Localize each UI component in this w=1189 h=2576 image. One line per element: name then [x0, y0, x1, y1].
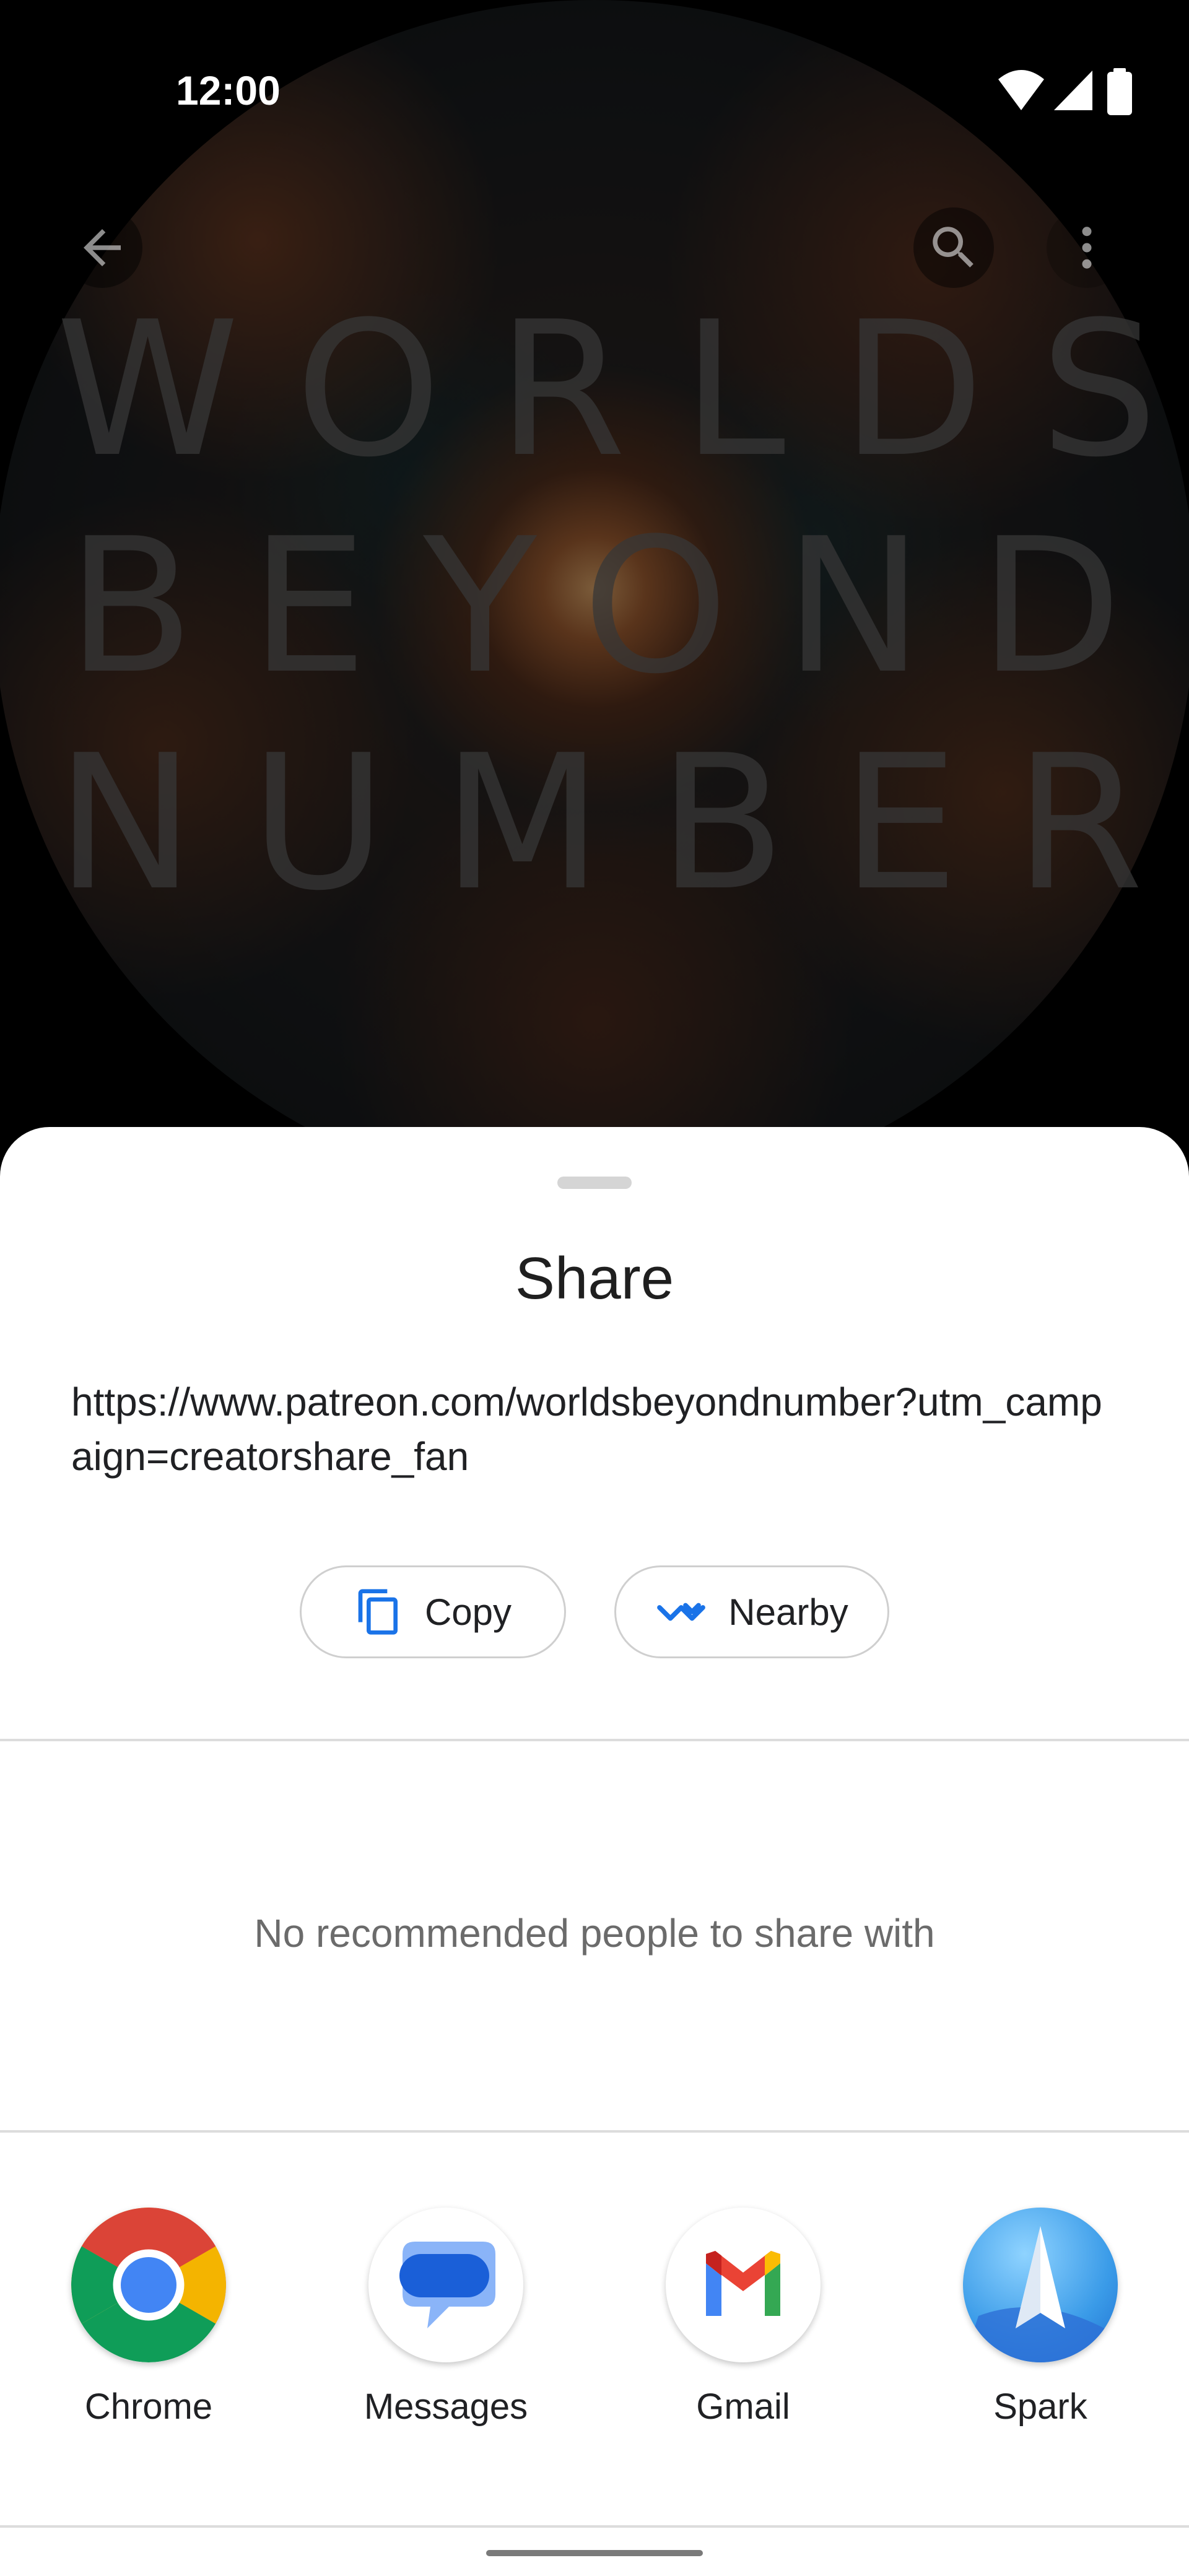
nearby-share-icon [657, 1603, 706, 1621]
no-recommended-people-text: No recommended people to share with [254, 1911, 935, 1956]
app-target-messages[interactable]: Messages [316, 2208, 576, 2455]
app-label: Spark [993, 2387, 1087, 2427]
app-label: Gmail [696, 2387, 790, 2427]
drag-handle[interactable] [557, 1177, 632, 1189]
divider [0, 2130, 1189, 2133]
app-target-gmail[interactable]: Gmail [613, 2208, 873, 2455]
back-button[interactable] [62, 207, 142, 288]
search-icon [933, 227, 973, 268]
share-sheet: Share https://www.patreon.com/worldsbeyo… [0, 1127, 1189, 2576]
sheet-title: Share [515, 1245, 674, 1312]
copy-button[interactable]: Copy [300, 1565, 566, 1658]
status-bar: 12:00 [0, 0, 1189, 186]
messages-icon [368, 2208, 523, 2362]
divider [0, 1739, 1189, 1741]
spark-icon [963, 2208, 1118, 2362]
nearby-label: Nearby [728, 1591, 848, 1633]
copy-icon [358, 1589, 398, 1635]
app-label: Chrome [84, 2387, 213, 2427]
gmail-icon [666, 2208, 821, 2362]
copy-label: Copy [424, 1591, 512, 1633]
more-options-button[interactable] [1047, 207, 1127, 288]
app-target-spark[interactable]: Spark [910, 2208, 1170, 2455]
more-vert-icon [1082, 227, 1092, 269]
nearby-share-button[interactable]: Nearby [614, 1565, 889, 1658]
search-button[interactable] [913, 207, 994, 288]
cellular-signal-icon [1054, 71, 1092, 110]
shared-url-text: https://www.patreon.com/worldsbeyondnumb… [71, 1380, 1102, 1479]
chrome-icon [71, 2208, 226, 2362]
back-arrow-icon [84, 229, 121, 266]
battery-icon [1107, 68, 1132, 115]
status-time: 12:00 [176, 67, 281, 113]
divider [0, 2525, 1189, 2528]
app-label: Messages [364, 2387, 528, 2427]
status-icons [997, 68, 1146, 118]
app-target-chrome[interactable]: Chrome [19, 2208, 279, 2455]
gesture-navigation-handle[interactable] [486, 2550, 703, 2556]
wifi-icon [998, 70, 1044, 110]
